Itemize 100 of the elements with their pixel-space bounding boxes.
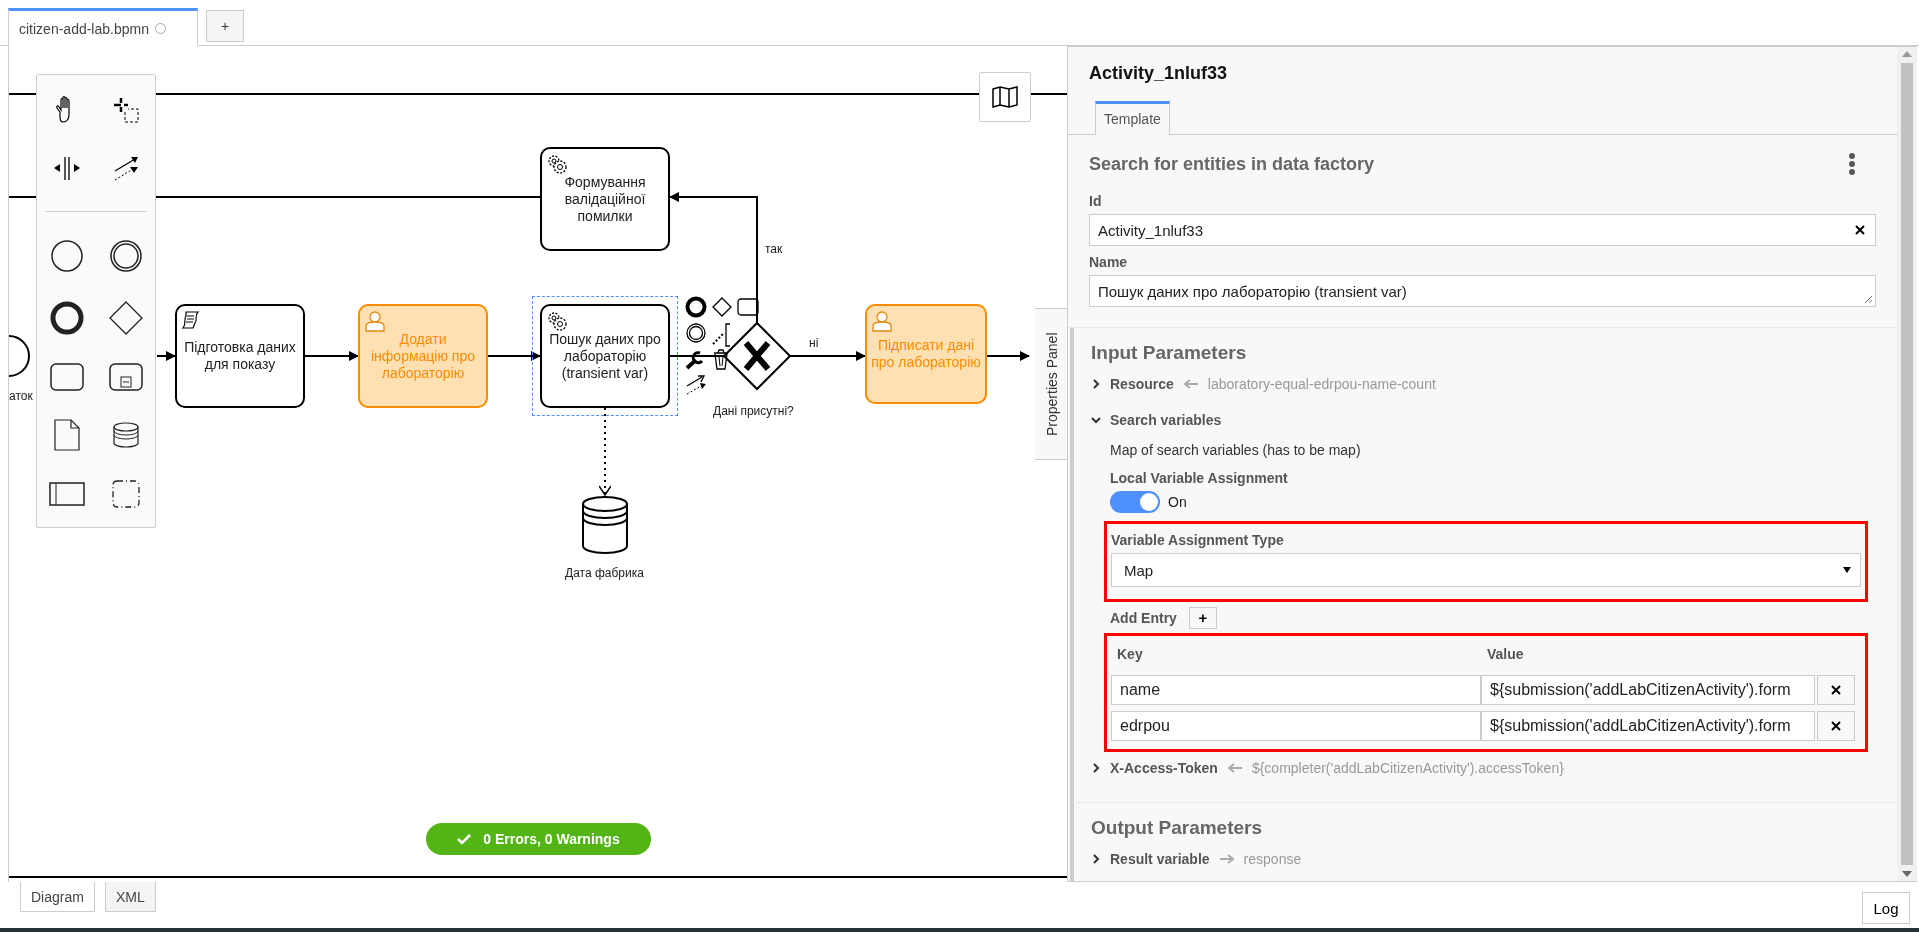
chevron-down-icon[interactable] xyxy=(1091,415,1101,425)
parameter-value: laboratory-equal-edrpou-name-count xyxy=(1207,376,1436,392)
arrow-left-icon xyxy=(1182,379,1199,389)
parameter-value: response xyxy=(1243,851,1302,867)
sequence-flow[interactable] xyxy=(789,351,866,361)
map-icon xyxy=(992,86,1018,108)
file-tab[interactable]: citizen-add-lab.bpmn xyxy=(8,8,198,46)
end-event-icon[interactable] xyxy=(685,296,707,318)
task[interactable]: Формування валідаційної помилки xyxy=(540,147,670,251)
sequence-flow[interactable] xyxy=(156,351,176,361)
sequence-flow[interactable] xyxy=(304,351,359,361)
column-header: Key xyxy=(1117,646,1144,662)
sequence-flow[interactable] xyxy=(669,192,758,324)
flow-label: ні xyxy=(809,336,819,350)
validation-text: 0 Errors, 0 Warnings xyxy=(483,831,620,847)
intermediate-event-icon[interactable] xyxy=(685,322,707,344)
view-tab[interactable]: XML xyxy=(104,882,156,912)
clear-icon[interactable] xyxy=(1855,225,1865,235)
section-title: Input Parameters xyxy=(1091,341,1248,365)
sequence-flow[interactable] xyxy=(986,351,1030,361)
add-entry-button[interactable]: + xyxy=(1188,606,1217,629)
parameter-label[interactable]: Result variable xyxy=(1110,851,1210,867)
remove-entry-button[interactable] xyxy=(1817,711,1855,741)
value-input[interactable]: ${submission('addLabCitizenActivity').form xyxy=(1481,711,1815,741)
dropdown-caret-icon xyxy=(1842,566,1852,574)
column-header: Value xyxy=(1487,646,1524,662)
properties-panel-toggle[interactable]: Properties Panel xyxy=(1035,308,1067,460)
task-icon[interactable] xyxy=(737,298,759,316)
close-icon xyxy=(1831,721,1841,731)
select-field[interactable]: Map xyxy=(1111,553,1861,587)
arrow-left-icon xyxy=(1226,763,1243,773)
user-icon xyxy=(364,310,386,332)
task-label: Підготовка даних для показу xyxy=(183,339,297,373)
value-input[interactable]: ${submission('addLabCitizenActivity').form xyxy=(1481,675,1815,705)
panel-tab[interactable]: Template xyxy=(1095,101,1170,135)
key-input[interactable]: name xyxy=(1111,675,1481,705)
group-icon[interactable] xyxy=(110,479,141,509)
text-area[interactable]: Пошук даних про лабораторію (transient var) xyxy=(1089,275,1876,307)
chevron-right-icon[interactable] xyxy=(1091,379,1101,389)
chevron-right-icon[interactable] xyxy=(1091,854,1101,864)
exclusive-gateway-icon[interactable] xyxy=(722,321,792,391)
arrow-right-icon xyxy=(1218,854,1235,864)
more-options-icon[interactable] xyxy=(1848,153,1856,175)
view-tab[interactable]: Diagram xyxy=(20,882,95,912)
element-title: Activity_1nluf33 xyxy=(1088,62,1229,85)
field-label: Id xyxy=(1089,193,1103,209)
data-store-icon[interactable] xyxy=(582,496,628,554)
check-icon xyxy=(457,833,472,845)
chevron-right-icon[interactable] xyxy=(1091,763,1101,773)
connect-icon[interactable] xyxy=(685,374,709,396)
parameter-label[interactable]: Resource xyxy=(1110,376,1174,392)
end-event-icon[interactable] xyxy=(49,301,84,335)
toggle-switch[interactable] xyxy=(1110,491,1160,513)
field-label: Local Variable Assignment xyxy=(1110,470,1289,486)
pool-icon[interactable] xyxy=(48,482,85,506)
resize-handle-icon[interactable] xyxy=(1863,294,1873,304)
task-label: Додати інформацію про лабораторію xyxy=(370,330,476,382)
gears-icon xyxy=(546,153,568,175)
key-input[interactable]: edrpou xyxy=(1111,711,1481,741)
scroll-down-icon[interactable] xyxy=(1902,871,1912,877)
text-input[interactable]: Activity_1nluf33 xyxy=(1089,214,1876,246)
task[interactable]: Підготовка даних для показу xyxy=(175,304,305,408)
start-event-icon[interactable] xyxy=(9,335,30,377)
start-event-icon[interactable] xyxy=(49,239,84,273)
data-object-icon[interactable] xyxy=(53,419,80,451)
delete-icon[interactable] xyxy=(712,348,730,370)
intermediate-event-icon[interactable] xyxy=(108,239,143,273)
description-text: Map of search variables (has to be map) xyxy=(1110,442,1362,458)
gateway-icon[interactable] xyxy=(711,296,733,318)
gears-icon xyxy=(546,310,568,332)
task-icon[interactable] xyxy=(49,363,84,391)
event-label: аток xyxy=(9,389,33,403)
field-label: Variable Assignment Type xyxy=(1111,532,1285,548)
task-label: Формування валідаційної помилки xyxy=(563,173,647,225)
group-title: Search for entities in data factory xyxy=(1089,153,1375,175)
close-icon xyxy=(1831,685,1841,695)
task[interactable]: Пошук даних про лабораторію (transient var) xyxy=(540,304,670,408)
task-label: Підписати дані про лабораторію xyxy=(871,337,981,371)
data-store-icon[interactable] xyxy=(111,421,140,449)
user-icon xyxy=(871,310,893,332)
field-label: Name xyxy=(1089,254,1129,270)
parameter-label[interactable]: Search variables xyxy=(1110,412,1222,428)
log-button[interactable]: Log xyxy=(1862,892,1910,924)
script-icon xyxy=(181,310,201,330)
parameter-label[interactable]: X-Access-Token xyxy=(1110,760,1218,776)
remove-entry-button[interactable] xyxy=(1817,675,1855,705)
data-store-label: Дата фабрика xyxy=(565,566,644,580)
new-tab-button[interactable]: + xyxy=(206,10,244,42)
gateway-icon[interactable] xyxy=(108,301,143,335)
scrollbar[interactable] xyxy=(1897,47,1917,881)
sequence-flow[interactable] xyxy=(487,351,541,361)
subprocess-icon[interactable] xyxy=(108,363,143,391)
gateway-label: Дані присутні? xyxy=(713,404,794,418)
data-association-arrow[interactable] xyxy=(598,407,612,496)
add-entry-label: Add Entry xyxy=(1110,610,1177,626)
parameter-value: ${completer('addLabCitizenActivity').accessToken} xyxy=(1251,760,1564,776)
toggle-label: On xyxy=(1168,494,1187,510)
minimap-button[interactable] xyxy=(979,72,1031,122)
flow-label: так xyxy=(765,242,783,256)
text-annotation-icon[interactable] xyxy=(711,322,731,348)
